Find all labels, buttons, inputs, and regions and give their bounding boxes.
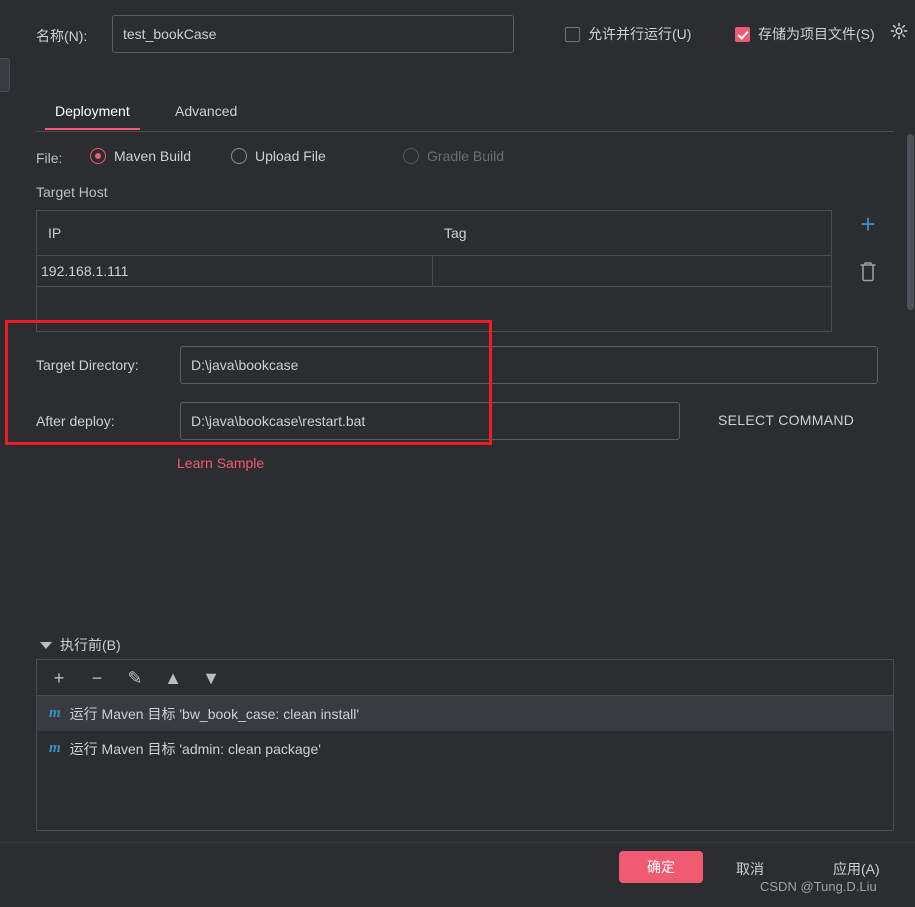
maven-icon: m [49,740,61,756]
after-deploy-label: After deploy: [36,413,115,429]
radio-maven-build-label: Maven Build [114,148,192,164]
store-as-project-file-checkbox[interactable]: 存储为项目文件(S) [735,24,875,44]
checkbox-box[interactable] [565,26,580,42]
tab-bar: Deployment Advanced [36,98,894,132]
plus-icon[interactable]: + [858,211,878,237]
configuration-name-input[interactable] [112,15,514,53]
watermark-text: CSDN @Tung.D.Liu [760,879,877,894]
after-deploy-input[interactable] [180,402,680,440]
tab-advanced[interactable]: Advanced [165,98,247,128]
target-host-table[interactable]: IP Tag 192.168.1.111 [36,210,832,332]
scrollbar-track[interactable] [906,62,915,842]
maven-icon: m [49,705,61,721]
run-configuration-dialog: 名称(N): 允许并行运行(U) 存储为项目文件(S) [0,0,915,907]
chevron-down-icon[interactable] [40,641,52,649]
table-row[interactable]: 192.168.1.111 [37,256,831,287]
allow-parallel-run-checkbox[interactable]: 允许并行运行(U) [565,24,691,44]
target-host-label: Target Host [36,184,108,200]
apply-button[interactable]: 应用(A) [833,859,880,879]
target-directory-label: Target Directory: [36,357,139,373]
move-up-icon[interactable]: ▲ [163,668,183,688]
radio-upload-file-label: Upload File [255,148,326,164]
target-directory-input[interactable] [180,346,878,384]
radio-gradle-build-label: Gradle Build [427,148,505,164]
column-header-tag: Tag [444,225,467,241]
allow-parallel-run-label: 允许并行运行(U) [588,26,692,42]
column-header-ip: IP [48,225,62,241]
edit-icon[interactable]: ✎ [125,668,145,688]
table-header-row: IP Tag [37,211,831,256]
before-launch-header[interactable]: 执行前(B) [40,635,121,655]
left-edge-panel [0,58,10,92]
list-item[interactable]: m 运行 Maven 目标 'bw_book_case: clean insta… [37,696,893,731]
store-as-project-file-label: 存储为项目文件(S) [758,26,875,42]
move-down-icon[interactable]: ▼ [201,668,221,688]
footer-divider [0,842,915,843]
dialog-header: 名称(N): 允许并行运行(U) 存储为项目文件(S) [0,0,915,62]
list-item-label: 运行 Maven 目标 'admin: clean package' [69,740,321,757]
before-launch-panel: + − ✎ ▲ ▼ m 运行 Maven 目标 'bw_book_case: c… [36,659,894,831]
scrollbar-thumb[interactable] [907,134,914,310]
checkbox-box[interactable] [735,26,750,42]
name-label: 名称(N): [36,28,88,44]
cell-tag[interactable] [433,256,829,286]
radio-indicator[interactable] [231,148,247,164]
learn-sample-link[interactable]: Learn Sample [177,455,264,471]
gear-icon[interactable] [890,22,908,40]
list-item-label: 运行 Maven 目标 'bw_book_case: clean install… [69,705,360,722]
ok-button[interactable]: 确定 [619,851,703,883]
file-label: File: [36,150,63,166]
select-command-button[interactable]: SELECT COMMAND [718,412,854,428]
tab-deployment[interactable]: Deployment [45,98,140,130]
add-icon[interactable]: + [49,668,69,688]
before-launch-title: 执行前(B) [60,637,121,653]
radio-indicator[interactable] [90,148,106,164]
remove-icon[interactable]: − [87,668,107,688]
radio-gradle-build: Gradle Build [403,148,504,164]
radio-indicator [403,148,419,164]
cancel-button[interactable]: 取消 [736,859,764,879]
before-launch-toolbar: + − ✎ ▲ ▼ [37,660,893,696]
cell-ip[interactable]: 192.168.1.111 [37,256,433,286]
trash-icon[interactable] [857,259,879,283]
radio-upload-file[interactable]: Upload File [231,148,326,164]
radio-maven-build[interactable]: Maven Build [90,148,191,164]
list-item[interactable]: m 运行 Maven 目标 'admin: clean package' [37,731,893,766]
